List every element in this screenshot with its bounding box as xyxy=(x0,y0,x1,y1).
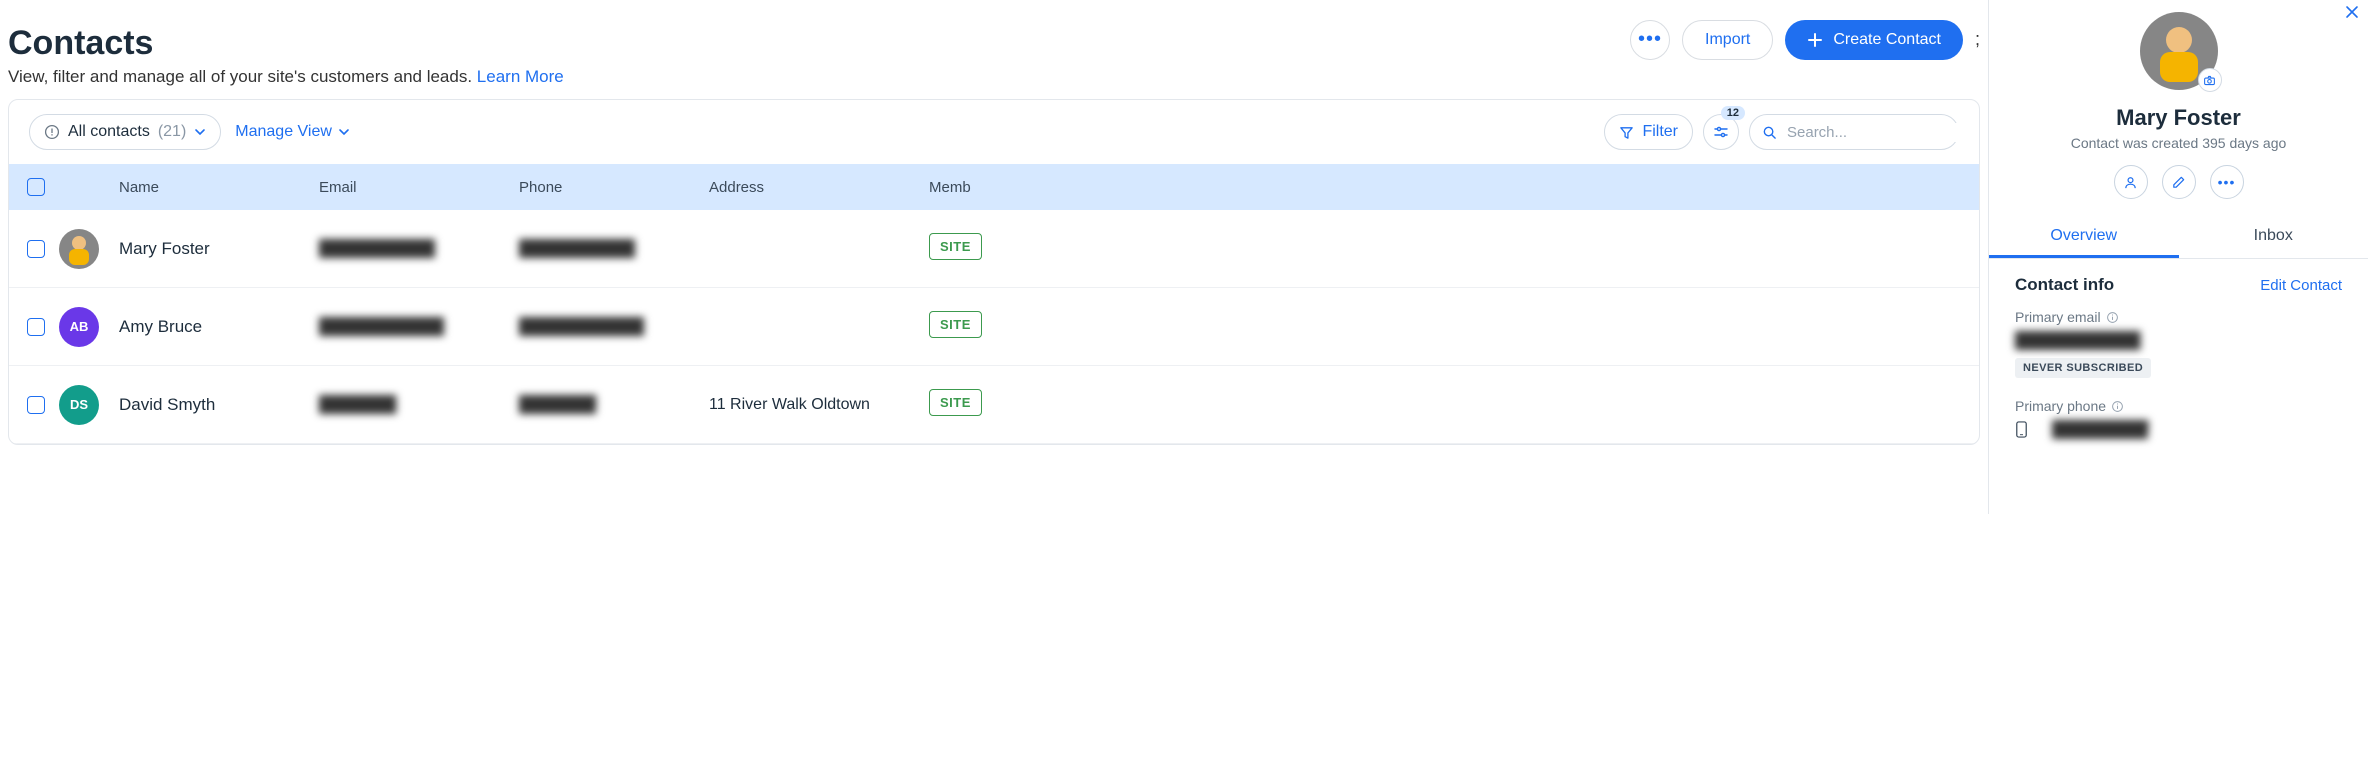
info-icon xyxy=(2111,400,2124,413)
table-row[interactable]: DS David Smyth ▄▌ ░▟ ▐█ ▀▄▐▌ ▐█▀ 11 Rive… xyxy=(9,366,1979,444)
cell-name: David Smyth xyxy=(119,395,319,415)
subtitle-text: View, filter and manage all of your site… xyxy=(8,67,477,86)
table-row[interactable]: AB Amy Bruce ▐█▐██▐█▄██▄ . ██▐▄▐█▐▌ ▌ █▌… xyxy=(9,288,1979,366)
cell-phone: ▐█▌█▌▐█▄ ▌ ▌ xyxy=(519,239,635,258)
chevron-down-icon xyxy=(338,126,350,138)
info-icon xyxy=(2106,311,2119,324)
view-label: All contacts xyxy=(68,123,150,141)
camera-icon xyxy=(2203,74,2216,87)
row-checkbox[interactable] xyxy=(27,240,45,258)
cell-address: 11 River Walk Oldtown xyxy=(709,396,929,414)
col-name: Name xyxy=(119,179,319,196)
alert-circle-icon xyxy=(44,124,60,140)
cell-name: Mary Foster xyxy=(119,239,319,259)
dots-icon: ••• xyxy=(2218,174,2236,190)
cell-phone: ▀▄▐▌ ▐█▀ xyxy=(519,395,596,414)
chevron-down-icon xyxy=(194,126,206,138)
avatar: DS xyxy=(59,385,99,425)
tab-overview[interactable]: Overview xyxy=(1989,217,2179,258)
cell-email: ▄▌ ░▟ ▐█ xyxy=(319,395,396,414)
col-address: Address xyxy=(709,179,929,196)
contact-info-title: Contact info xyxy=(2015,275,2114,295)
primary-phone-label: Primary phone xyxy=(2015,398,2342,414)
cell-email: ▐█▐██▐█▄██▄ . xyxy=(319,317,444,336)
filter-icon xyxy=(1619,125,1634,140)
avatar xyxy=(59,229,99,269)
membership-badge: SITE xyxy=(929,389,982,416)
plus-icon xyxy=(1807,32,1823,48)
pencil-icon xyxy=(2171,175,2186,190)
create-contact-button[interactable]: Create Contact xyxy=(1785,20,1963,60)
cell-email: ██▌ █▄▐▀▌███ xyxy=(319,239,435,258)
page-subtitle: View, filter and manage all of your site… xyxy=(8,67,1980,87)
contact-detail-panel: Mary Foster Contact was created 395 days… xyxy=(1988,0,2368,514)
settings-badge: 12 xyxy=(1721,106,1745,120)
sliders-icon xyxy=(1713,124,1729,140)
change-photo-button[interactable] xyxy=(2198,68,2222,92)
mobile-icon xyxy=(2015,421,2028,438)
membership-badge: SITE xyxy=(929,233,982,260)
view-selector[interactable]: All contacts (21) xyxy=(29,114,221,150)
dots-icon: ••• xyxy=(1638,28,1662,51)
manage-view-button[interactable]: Manage View xyxy=(235,123,350,141)
edit-contact-link[interactable]: Edit Contact xyxy=(2260,277,2342,294)
membership-badge: SITE xyxy=(929,311,982,338)
more-action-button[interactable]: ••• xyxy=(2210,165,2244,199)
close-icon xyxy=(2344,4,2360,20)
manage-view-label: Manage View xyxy=(235,123,332,141)
search-icon xyxy=(1762,125,1777,140)
import-button[interactable]: Import xyxy=(1682,20,1773,60)
edit-action-button[interactable] xyxy=(2162,165,2196,199)
column-settings-button[interactable]: 12 xyxy=(1703,114,1739,150)
more-actions-button[interactable]: ••• xyxy=(1630,20,1670,60)
tab-inbox[interactable]: Inbox xyxy=(2179,217,2368,258)
learn-more-link[interactable]: Learn More xyxy=(477,67,564,86)
avatar: AB xyxy=(59,307,99,347)
trailing-text: ; xyxy=(1975,29,1980,50)
col-phone: Phone xyxy=(519,179,709,196)
col-memb: Memb xyxy=(929,179,1049,196)
cell-phone: ██▐▄▐█▐▌ ▌ █▌ xyxy=(519,317,644,336)
select-all-checkbox[interactable] xyxy=(27,178,45,196)
table-row[interactable]: Mary Foster ██▌ █▄▐▀▌███ ▐█▌█▌▐█▄ ▌ ▌ SI… xyxy=(9,210,1979,288)
primary-email-label: Primary email xyxy=(2015,309,2342,325)
table-header: Name Email Phone Address Memb xyxy=(9,164,1979,210)
page-title: Contacts xyxy=(8,24,153,63)
cell-name: Amy Bruce xyxy=(119,317,319,337)
filter-label: Filter xyxy=(1642,123,1678,141)
create-contact-label: Create Contact xyxy=(1833,31,1941,49)
search-input[interactable] xyxy=(1785,123,1980,142)
row-checkbox[interactable] xyxy=(27,318,45,336)
row-checkbox[interactable] xyxy=(27,396,45,414)
view-count: (21) xyxy=(158,123,186,141)
contact-created: Contact was created 395 days ago xyxy=(2005,135,2352,151)
search-field[interactable] xyxy=(1749,114,1959,150)
contact-name: Mary Foster xyxy=(2005,105,2352,131)
filter-button[interactable]: Filter xyxy=(1604,114,1693,150)
person-icon xyxy=(2123,175,2138,190)
primary-email-value: ▐▄▟ ▐░▐█▌ █ █ xyxy=(2015,331,2140,350)
primary-phone-value: ▐░▄ ██ ▐▌▀ xyxy=(2052,420,2148,439)
close-panel-button[interactable] xyxy=(2344,4,2360,20)
col-email: Email xyxy=(319,179,519,196)
profile-action-button[interactable] xyxy=(2114,165,2148,199)
subscription-status-chip: NEVER SUBSCRIBED xyxy=(2015,358,2151,378)
